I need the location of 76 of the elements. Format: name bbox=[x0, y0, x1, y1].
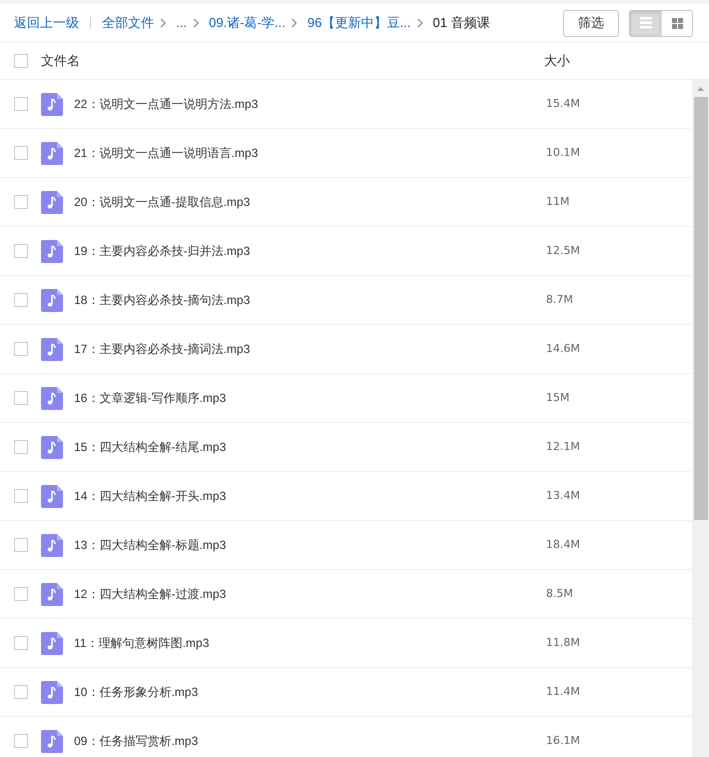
file-size: 18.4M bbox=[546, 536, 580, 553]
chevron-right-icon bbox=[416, 18, 423, 28]
file-size: 12.1M bbox=[546, 438, 580, 455]
breadcrumb-link[interactable]: 全部文件 bbox=[102, 13, 154, 33]
music-file-icon bbox=[41, 240, 63, 262]
file-name[interactable]: 16：文章逻辑-写作顺序.mp3 bbox=[74, 389, 546, 407]
file-size: 12.5M bbox=[546, 242, 580, 259]
file-name[interactable]: 21：说明文一点通一说明语言.mp3 bbox=[74, 144, 546, 162]
music-file-icon bbox=[41, 534, 63, 556]
row-checkbox[interactable] bbox=[14, 391, 28, 405]
file-name[interactable]: 12：四大结构全解-过渡.mp3 bbox=[74, 585, 546, 603]
breadcrumb-link[interactable]: 09.诸-葛-学... bbox=[208, 13, 286, 33]
row-checkbox[interactable] bbox=[14, 195, 28, 209]
music-file-icon bbox=[41, 582, 63, 606]
column-header: 文件名 bbox=[41, 52, 81, 70]
file-size: 11.8M bbox=[546, 634, 580, 651]
file-name[interactable]: 19：主要内容必杀技-归并法.mp3 bbox=[74, 242, 546, 260]
row-checkbox[interactable] bbox=[14, 587, 28, 601]
file-size: 11.4M bbox=[546, 684, 580, 700]
file-size: 15.4M bbox=[546, 96, 580, 112]
file-name[interactable]: 09：任务描写赏析.mp3 bbox=[74, 732, 546, 750]
breadcrumb-ellipsis: ... bbox=[176, 14, 187, 32]
file-name[interactable]: 15：四大结构全解-结尾.mp3 bbox=[74, 438, 546, 456]
music-file-icon bbox=[41, 632, 63, 654]
chevron-right-icon bbox=[192, 18, 199, 28]
row-checkbox[interactable] bbox=[14, 489, 28, 503]
file-size: 13.4M bbox=[546, 488, 580, 504]
music-file-icon bbox=[41, 92, 63, 116]
list-view-icon bbox=[640, 17, 652, 29]
row-checkbox[interactable] bbox=[14, 734, 28, 748]
file-size: 10.1M bbox=[546, 144, 580, 161]
music-file-icon bbox=[41, 288, 63, 312]
music-file-icon bbox=[41, 436, 63, 458]
scrollbar-thumb[interactable] bbox=[694, 97, 708, 520]
file-name[interactable]: 20：说明文一点通-提取信息.mp3 bbox=[74, 193, 546, 211]
music-file-icon bbox=[41, 730, 63, 752]
music-file-icon bbox=[41, 386, 63, 410]
music-file-icon bbox=[41, 190, 63, 214]
breadcrumb-current: 01 音频课 bbox=[432, 14, 490, 32]
file-size: 11M bbox=[546, 194, 570, 210]
back-link[interactable]: 返回上一级 bbox=[14, 13, 79, 33]
file-name[interactable]: 22：说明文一点通一说明方法.mp3 bbox=[74, 95, 546, 113]
file-size: 15M bbox=[546, 390, 570, 406]
file-name[interactable]: 14：四大结构全解-开头.mp3 bbox=[74, 487, 546, 505]
list-view-button[interactable] bbox=[630, 10, 661, 36]
chevron-right-icon bbox=[291, 18, 298, 28]
grid-view-icon bbox=[672, 18, 682, 28]
music-file-icon bbox=[41, 142, 63, 164]
row-checkbox[interactable] bbox=[14, 636, 28, 650]
chevron-right-icon bbox=[160, 18, 166, 28]
row-checkbox[interactable] bbox=[14, 440, 28, 454]
filter-button[interactable]: 筛选 bbox=[563, 10, 619, 36]
file-size: 14.6M bbox=[546, 340, 580, 357]
file-name[interactable]: 10：任务形象分析.mp3 bbox=[74, 683, 546, 701]
file-name[interactable]: 18：主要内容必杀技-摘句法.mp3 bbox=[74, 291, 546, 309]
music-file-icon bbox=[41, 680, 63, 704]
music-file-icon bbox=[41, 484, 63, 508]
row-checkbox[interactable] bbox=[14, 685, 28, 699]
row-checkbox[interactable] bbox=[14, 293, 28, 307]
row-checkbox[interactable] bbox=[14, 244, 28, 258]
file-size: 16.1M bbox=[546, 732, 580, 749]
breadcrumb-link[interactable]: 96【更新中】豆... bbox=[307, 13, 411, 33]
file-size: 8.5M bbox=[546, 586, 573, 602]
select-all-checkbox[interactable] bbox=[14, 54, 28, 68]
row-checkbox[interactable] bbox=[14, 538, 28, 552]
file-name[interactable]: 17：主要内容必杀技-摘词法.mp3 bbox=[74, 340, 546, 358]
row-checkbox[interactable] bbox=[14, 97, 28, 111]
up-arrow-icon bbox=[697, 86, 704, 90]
row-checkbox[interactable] bbox=[14, 146, 28, 160]
grid-view-button[interactable] bbox=[661, 10, 692, 36]
row-checkbox[interactable] bbox=[14, 342, 28, 356]
file-size: 8.7M bbox=[546, 292, 573, 308]
column-header: 大小 bbox=[544, 52, 570, 70]
music-file-icon bbox=[41, 338, 63, 360]
file-name[interactable]: 11：理解句意树阵图.mp3 bbox=[74, 634, 546, 652]
file-name[interactable]: 13：四大结构全解-标题.mp3 bbox=[74, 536, 546, 554]
